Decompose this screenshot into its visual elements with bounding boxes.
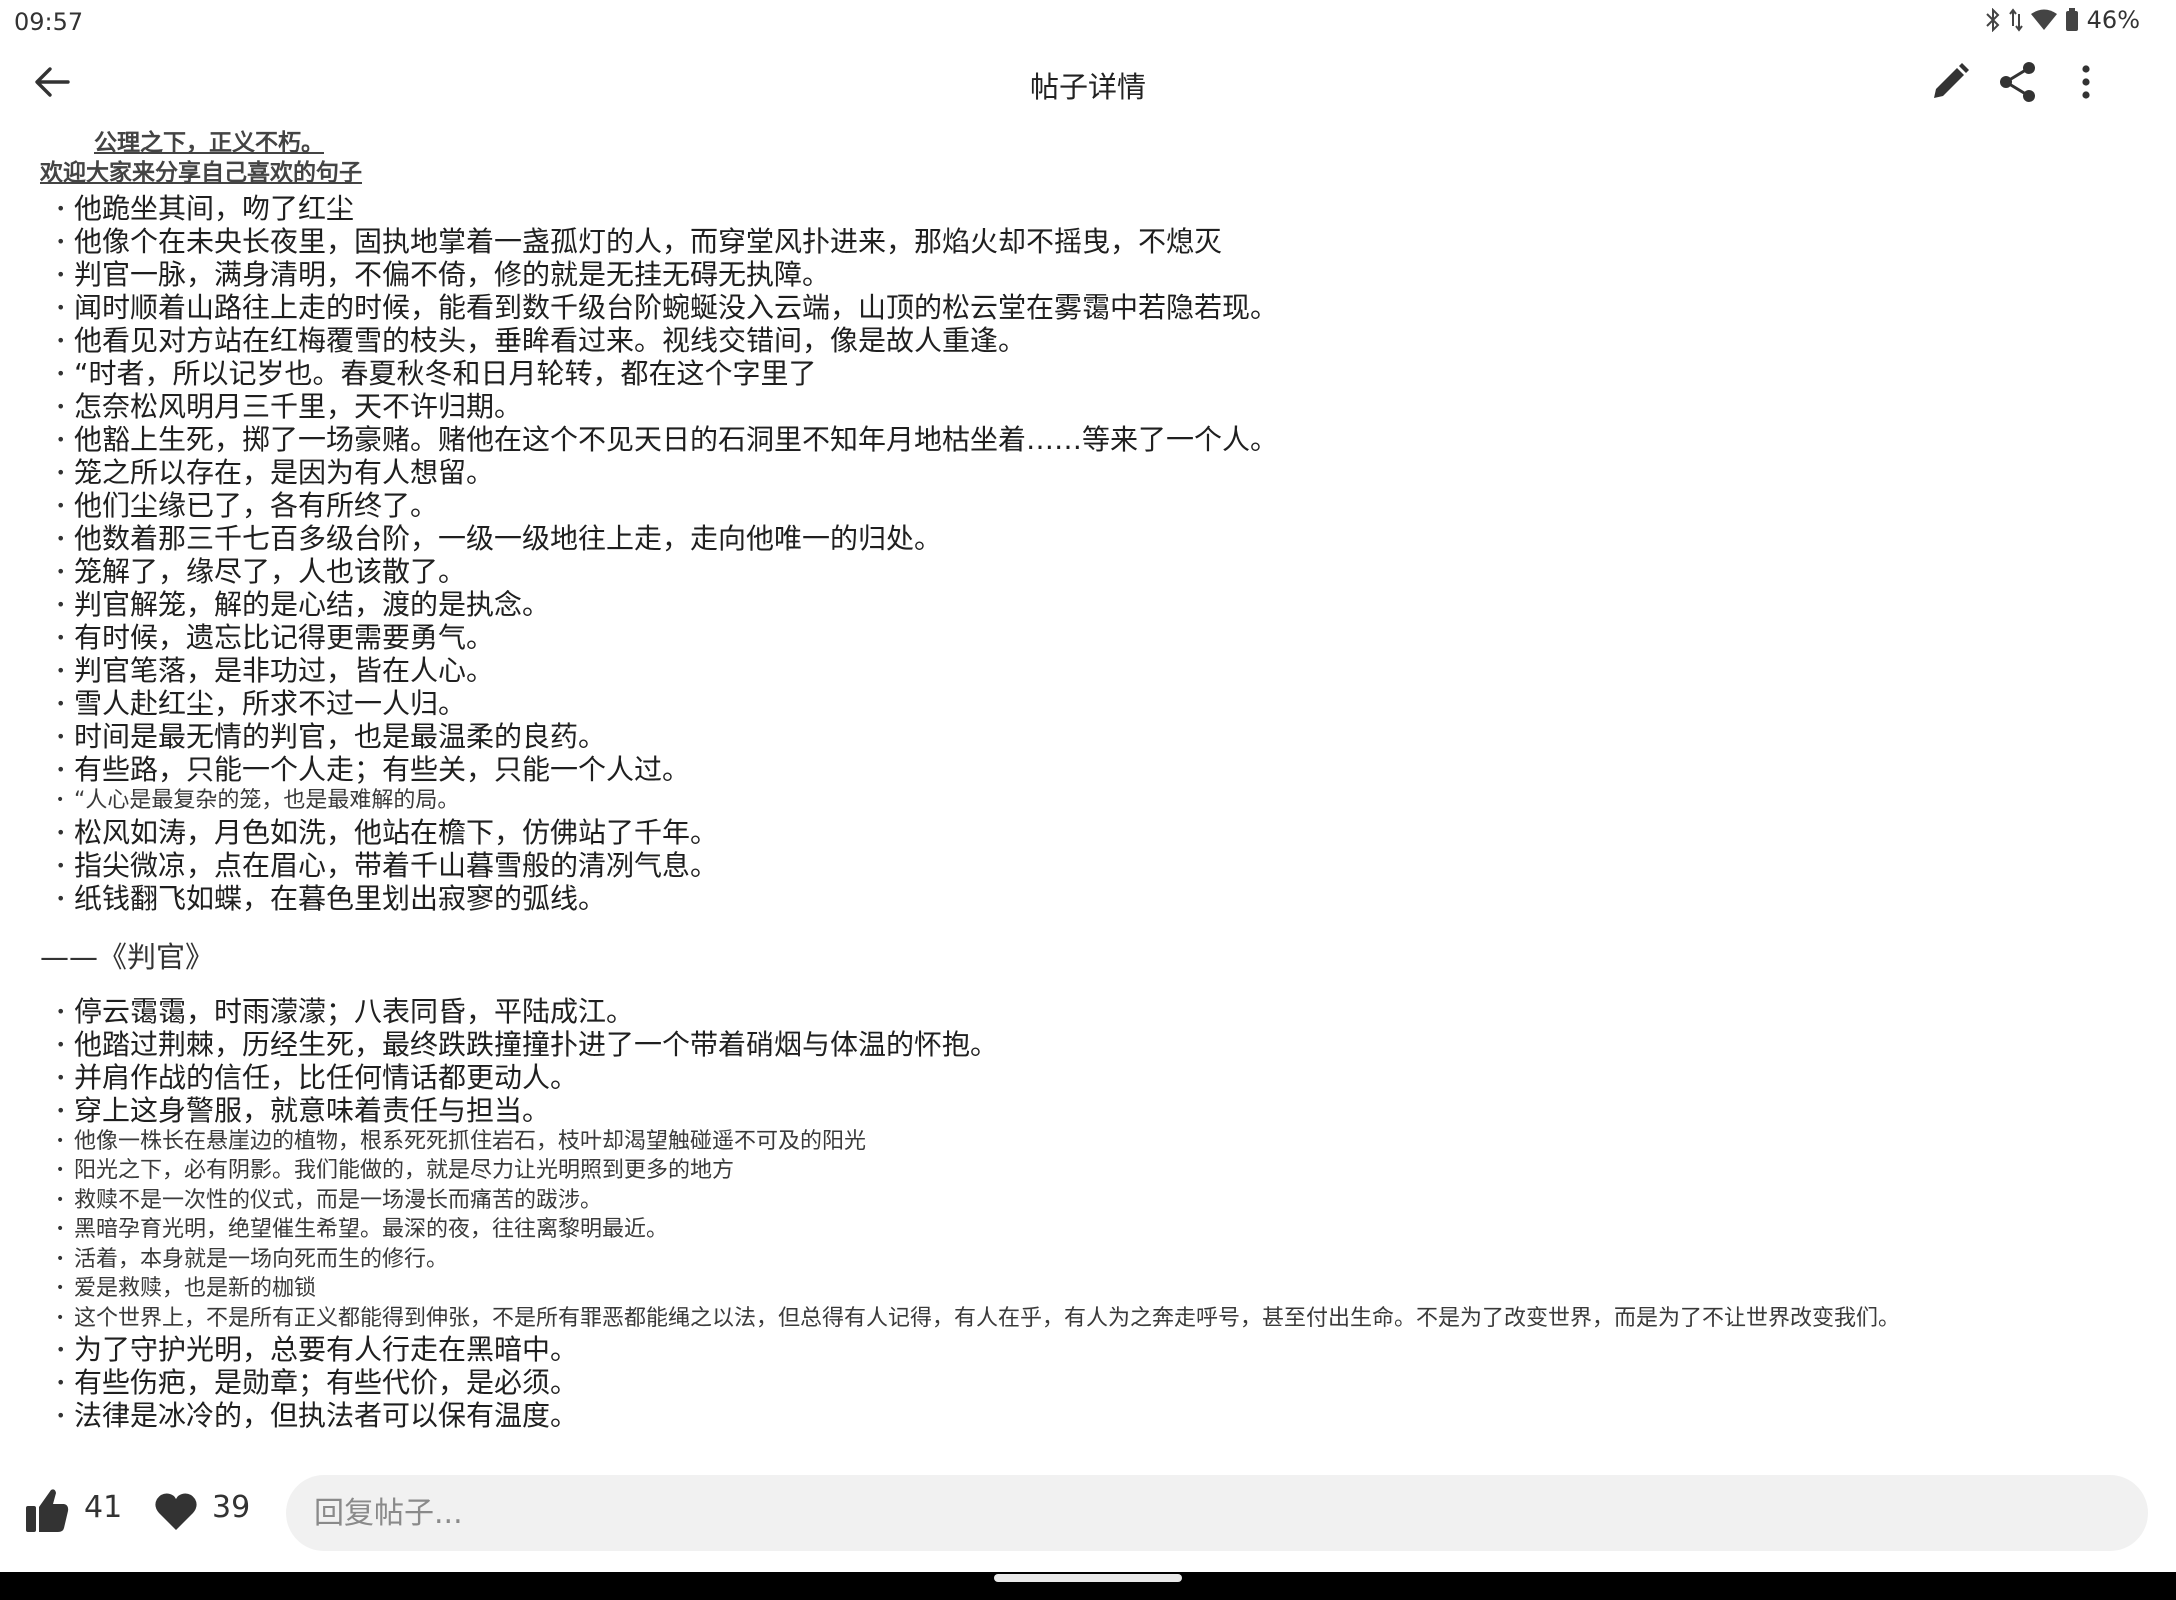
like-count: 41 (84, 1490, 123, 1525)
quote-line: 时间是最无情的判官，也是最温柔的良药。 (40, 720, 2150, 753)
quote-line: 判官一脉，满身清明，不偏不倚，修的就是无挂无碍无执障。 (40, 258, 2150, 291)
quote-line: 他像个在未央长夜里，固执地掌着一盏孤灯的人，而穿堂风扑进来，那焰火却不摇曳，不熄… (40, 225, 2150, 258)
quote-line: 黑暗孕育光明，绝望催生希望。最深的夜，往往离黎明最近。 (40, 1215, 2150, 1245)
data-arrows-icon (2008, 8, 2023, 32)
quote-line: 判官笔落，是非功过，皆在人心。 (40, 654, 2150, 687)
battery-icon (2065, 8, 2078, 31)
quote-line: 雪人赴红尘，所求不过一人归。 (40, 687, 2150, 720)
quote-line: 穿上这身警服，就意味着责任与担当。 (40, 1094, 2150, 1127)
page-title: 帖子详情 (1029, 70, 1146, 104)
app-bar: 帖子详情 (0, 44, 2176, 122)
status-time: 09:57 (14, 8, 84, 36)
quote-line: 停云霭霭，时雨濛濛；八表同昏，平陆成江。 (40, 995, 2150, 1028)
more-vert-icon (2082, 65, 2090, 99)
favorite-button[interactable] (152, 1488, 200, 1536)
quote-line: 并肩作战的信任，比任何情话都更动人。 (40, 1061, 2150, 1094)
more-button[interactable] (2062, 58, 2110, 106)
quote-line: 为了守护光明，总要有人行走在黑暗中。 (40, 1333, 2150, 1366)
quote-line: 爱是救赎，也是新的枷锁 (40, 1274, 2150, 1304)
quote-line: 有些路，只能一个人走；有些关，只能一个人过。 (40, 753, 2150, 786)
quote-line: 有时候，遗忘比记得更需要勇气。 (40, 621, 2150, 654)
post-content[interactable]: 公理之下，正义不朽。 欢迎大家来分享自己喜欢的句子 他跪坐其间，吻了红尘 他像个… (40, 128, 2150, 1458)
reply-input[interactable] (286, 1475, 2148, 1551)
wifi-icon (2030, 9, 2057, 30)
quote-line: 救赎不是一次性的仪式，而是一场漫长而痛苦的跋涉。 (40, 1186, 2150, 1216)
heart-icon (155, 1493, 197, 1530)
edit-button[interactable] (1926, 58, 1974, 106)
post-heading: 公理之下，正义不朽。 (94, 130, 324, 156)
quote-line: “时者，所以记岁也。春夏秋冬和日月轮转，都在这个字里了 (40, 357, 2150, 390)
quote-line: 松风如涛，月色如洗，他站在檐下，仿佛站了千年。 (40, 816, 2150, 849)
quote-line: 闻时顺着山路往上走的时候，能看到数千级台阶蜿蜒没入云端，山顶的松云堂在雾霭中若隐… (40, 291, 2150, 324)
quote-line: 他像一株长在悬崖边的植物，根系死死抓住岩石，枝叶却渴望触碰遥不可及的阳光 (40, 1127, 2150, 1157)
quote-line: 有些伤疤，是勋章；有些代价，是必须。 (40, 1366, 2150, 1399)
bottom-action-bar: 41 39 (0, 1466, 2176, 1576)
quote-line: 他踏过荆棘，历经生死，最终跌跌撞撞扑进了一个带着硝烟与体温的怀抱。 (40, 1028, 2150, 1061)
pencil-icon (1934, 63, 1969, 98)
post-subheading: 欢迎大家来分享自己喜欢的句子 (40, 160, 362, 186)
quote-line: 判官解笼，解的是心结，渡的是执念。 (40, 588, 2150, 621)
status-bar: 09:57 46% (0, 0, 2176, 44)
source-attribution: ——《判官》 (40, 939, 215, 974)
quote-line: 笼解了，缘尽了，人也该散了。 (40, 555, 2150, 588)
share-icon (2000, 62, 2035, 102)
quote-line: 他豁上生死，掷了一场豪赌。赌他在这个不见天日的石洞里不知年月地枯坐着……等来了一… (40, 423, 2150, 456)
quote-list-2: 停云霭霭，时雨濛濛；八表同昏，平陆成江。 他踏过荆棘，历经生死，最终跌跌撞撞扑进… (40, 995, 2150, 1433)
favorite-count: 39 (212, 1490, 251, 1525)
thumb-up-icon (26, 1489, 69, 1532)
quote-line: 指尖微凉，点在眉心，带着千山暮雪般的清冽气息。 (40, 849, 2150, 882)
quote-line: 阳光之下，必有阴影。我们能做的，就是尽力让光明照到更多的地方 (40, 1156, 2150, 1186)
gesture-handle[interactable] (994, 1574, 1182, 1582)
quote-line: 纸钱翻飞如蝶，在暮色里划出寂寥的弧线。 (40, 882, 2150, 915)
quote-line: 活着，本身就是一场向死而生的修行。 (40, 1245, 2150, 1275)
quote-list-1: 他跪坐其间，吻了红尘 他像个在未央长夜里，固执地掌着一盏孤灯的人，而穿堂风扑进来… (40, 192, 2150, 915)
quote-line: 他跪坐其间，吻了红尘 (40, 192, 2150, 225)
battery-percent: 46% (2086, 6, 2140, 34)
bluetooth-icon (1985, 8, 2000, 32)
status-icons: 46% (1985, 6, 2140, 34)
quote-line: 他们尘缘已了，各有所终了。 (40, 489, 2150, 522)
quote-line: “人心是最复杂的笼，也是最难解的局。 (40, 786, 2150, 816)
share-button[interactable] (1994, 58, 2042, 106)
quote-line: 这个世界上，不是所有正义都能得到伸张，不是所有罪恶都能绳之以法，但总得有人记得，… (40, 1304, 2150, 1334)
like-button[interactable] (24, 1486, 70, 1536)
quote-line: 法律是冰冷的，但执法者可以保有温度。 (40, 1399, 2150, 1432)
quote-line: 他看见对方站在红梅覆雪的枝头，垂眸看过来。视线交错间，像是故人重逢。 (40, 324, 2150, 357)
quote-line: 怎奈松风明月三千里，天不许归期。 (40, 390, 2150, 423)
quote-line: 笼之所以存在，是因为有人想留。 (40, 456, 2150, 489)
quote-line: 他数着那三千七百多级台阶，一级一级地往上走，走向他唯一的归处。 (40, 522, 2150, 555)
